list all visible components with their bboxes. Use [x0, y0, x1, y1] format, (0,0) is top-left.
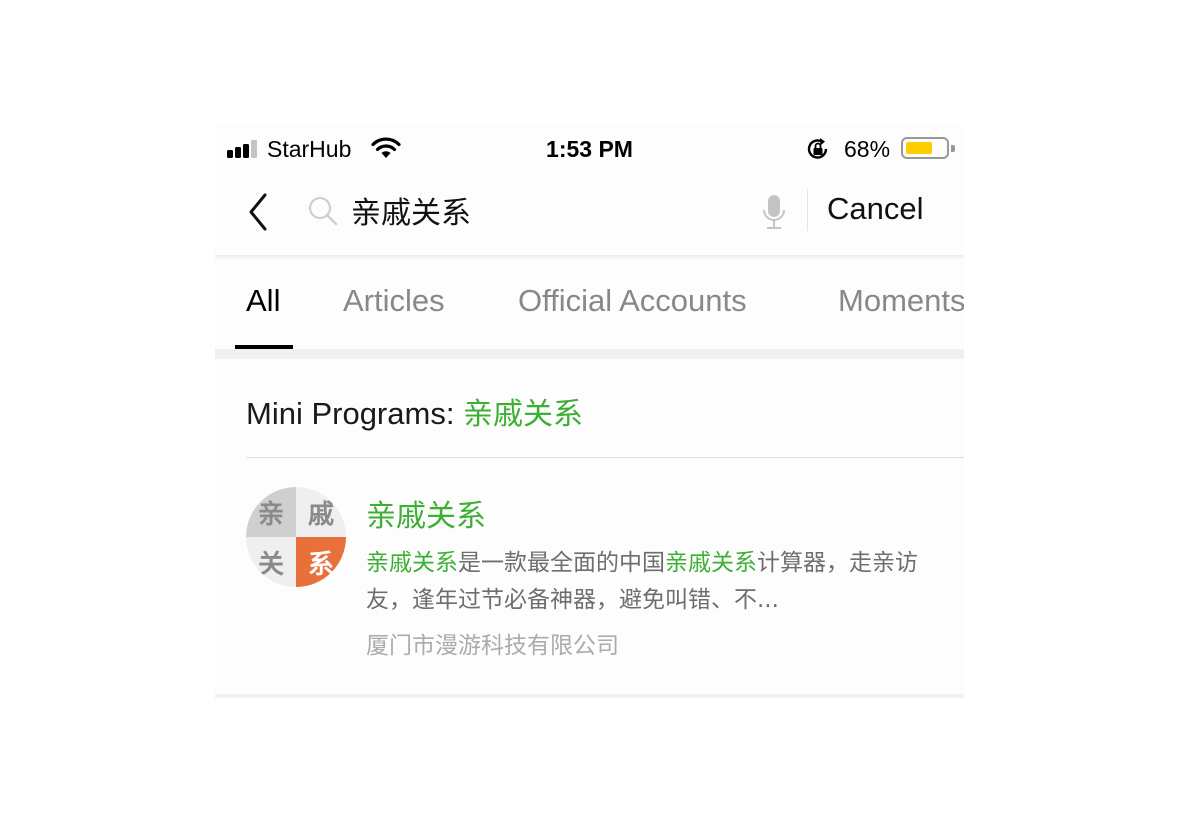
- battery-percentage: 68%: [844, 136, 891, 162]
- search-tabs: All Articles Official Accounts Moments: [215, 259, 964, 349]
- desc-text: 是一款最全面的中国: [458, 550, 665, 576]
- battery-nub: [951, 145, 955, 152]
- section-gap: [215, 349, 964, 359]
- tab-articles[interactable]: Articles: [343, 283, 445, 319]
- section-prefix: Mini Programs:: [246, 396, 464, 431]
- battery-icon: [901, 137, 955, 159]
- tab-official-accounts[interactable]: Official Accounts: [518, 283, 747, 319]
- status-bar: StarHub 1:53 PM 68%: [215, 125, 964, 173]
- avatar-char: 亲: [246, 487, 296, 537]
- bottom-separator: [215, 694, 964, 698]
- list-item[interactable]: 亲 戚 关 系 亲戚关系 亲戚关系是一款最全面的中国亲戚关系计算器，走亲访友，逢…: [215, 471, 964, 681]
- battery-fill: [906, 142, 932, 154]
- tab-all[interactable]: All: [246, 283, 280, 319]
- back-icon[interactable]: [243, 191, 273, 233]
- result-description: 亲戚关系是一款最全面的中国亲戚关系计算器，走亲访友，逢年过节必备神器，避免叫错、…: [366, 545, 926, 619]
- search-input[interactable]: [351, 187, 751, 233]
- avatar-char: 系: [296, 537, 346, 587]
- tab-moments[interactable]: Moments: [838, 283, 964, 319]
- result-company: 厦门市漫游科技有限公司: [366, 633, 619, 659]
- section-keyword: 亲戚关系: [463, 397, 584, 432]
- avatar-char: 关: [246, 537, 296, 587]
- desc-highlight: 亲戚关系: [366, 550, 458, 576]
- section-title: Mini Programs: 亲戚关系: [246, 389, 583, 433]
- phone-screen: StarHub 1:53 PM 68% 亲戚关系 Cancel All Arti…: [215, 125, 964, 700]
- avatar-char: 戚: [296, 487, 346, 537]
- cancel-button[interactable]: Cancel: [827, 191, 924, 227]
- search-icon: [308, 196, 338, 226]
- orientation-lock-icon: [807, 138, 828, 159]
- separator: [807, 189, 808, 231]
- mini-program-avatar: 亲 戚 关 系: [246, 487, 346, 587]
- divider: [246, 457, 964, 458]
- result-title: 亲戚关系: [366, 499, 486, 534]
- desc-highlight: 亲戚关系: [665, 550, 757, 576]
- mini-programs-section: Mini Programs: 亲戚关系 亲 戚 关 系 亲戚关系 亲戚关系是一款…: [215, 359, 964, 694]
- search-header: Cancel: [215, 173, 964, 257]
- microphone-icon[interactable]: [760, 193, 788, 231]
